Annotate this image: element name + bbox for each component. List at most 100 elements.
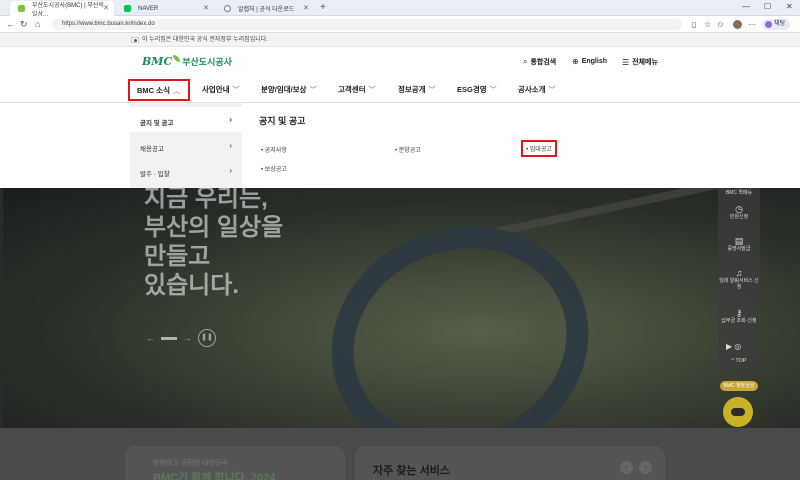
bookmark-star-icon[interactable]: ☆ xyxy=(704,20,711,29)
main-navigation: BMC 소식 ︿ 사업안내 ﹀ 분양/임대/보상 ﹀ 고객센터 ﹀ 정보공개 ﹀ ESG경… xyxy=(0,77,800,103)
url-field[interactable]: https://www.bmc.busan.kr/index.do xyxy=(52,19,682,30)
gnb-esg[interactable]: ESG경영 ﹀ xyxy=(457,84,497,95)
gnb-label: BMC 소식 xyxy=(137,86,170,95)
integrity-subtitle: 청렴하고 공정한 대한민국 xyxy=(153,460,228,467)
quick-label: 민원신청 xyxy=(729,214,749,220)
back-icon[interactable]: ← xyxy=(6,19,15,29)
gov-notice-bar: 이 누리집은 대한민국 공식 전자정부 누리집입니다. xyxy=(0,33,800,47)
link-compensation-notice[interactable]: • 보상공고 xyxy=(261,164,287,173)
quick-label: 증명서발급 xyxy=(727,246,751,252)
sub-menu-label: 공지 및 공고 xyxy=(140,120,174,127)
search-icon: ⌕ xyxy=(523,57,528,66)
link-label: 공지사항 xyxy=(264,148,287,154)
home-icon[interactable]: ⌂ xyxy=(35,19,40,29)
avatar[interactable] xyxy=(733,20,742,29)
slide-progress-bar xyxy=(161,336,177,340)
mega-menu-dropdown: 공지 및 공고 › 채용공고 › 발주 · 입찰 › 공지 및 공고 • 공지사항 •… xyxy=(0,103,800,188)
key-icon: ⚷ xyxy=(735,308,743,318)
total-search-button[interactable]: ⌕ 통합검색 xyxy=(523,57,556,67)
chevron-down-icon: ﹀ xyxy=(232,87,240,94)
sub-menu-notice[interactable]: 공지 및 공고 › xyxy=(130,107,242,132)
quick-lease-alert[interactable]: ♫ 임대 알림서비스 신청 xyxy=(718,269,760,291)
gnb-customer[interactable]: 고객센터 ﹀ xyxy=(338,84,376,95)
close-tab-icon[interactable]: ✕ xyxy=(203,4,209,12)
site-logo[interactable]: BMC 부산도시공사 xyxy=(142,55,232,68)
link-label: 분양공고 xyxy=(398,148,421,154)
link-notices[interactable]: • 공지사항 xyxy=(261,145,287,154)
to-top-button[interactable]: ^ TOP xyxy=(718,358,760,364)
browser-tab-naver[interactable]: NAVER ✕ xyxy=(116,1,214,16)
next-service-icon[interactable]: › xyxy=(639,461,652,474)
chatbot-icon[interactable] xyxy=(723,397,753,427)
gov-notice-text: 이 누리집은 대한민국 공식 전자정부 누리집입니다. xyxy=(142,37,268,43)
prev-arrow-icon[interactable]: ← xyxy=(146,333,155,343)
chevron-down-icon: ﹀ xyxy=(489,87,497,94)
chevron-up-icon: ︿ xyxy=(172,88,180,95)
english-button[interactable]: ⊕ English xyxy=(572,57,607,66)
link-label: 임대공고 xyxy=(529,147,552,153)
document-icon: ▤ xyxy=(734,236,744,246)
youtube-icon[interactable]: ▶ xyxy=(726,342,732,351)
tab-label: NAVER xyxy=(138,5,159,12)
quick-certificate[interactable]: ▤ 증명서발급 xyxy=(718,236,760,253)
gnb-bmc-news[interactable]: BMC 소식 ︿ xyxy=(128,79,190,101)
quick-menu: BMC 퀵메뉴 ◷ 민원신청 ▤ 증명서발급 ♫ 임대 알림서비스 신청 ⚷ 납부금 조… xyxy=(718,188,760,374)
address-bar: ← ↻ ⌂ https://www.bmc.busan.kr/index.do … xyxy=(0,16,800,33)
new-tab-icon[interactable]: + xyxy=(320,2,326,13)
close-tab-icon[interactable]: ✕ xyxy=(303,4,309,12)
minimize-icon[interactable]: — xyxy=(742,2,750,11)
sub-menu-list: 공지 및 공고 › 채용공고 › 발주 · 입찰 › xyxy=(130,103,242,188)
chevron-down-icon: ﹀ xyxy=(368,87,376,94)
link-lease-notice[interactable]: • 임대공고 xyxy=(521,140,557,157)
reader-icon[interactable]: ▯ xyxy=(692,20,696,29)
tab-label: 알캡처 | 공식 다운로드 xyxy=(238,7,295,13)
gnb-business[interactable]: 사업안내 ﹀ xyxy=(202,84,240,95)
more-icon[interactable]: ⋯ xyxy=(748,20,756,29)
korea-flag-icon xyxy=(131,37,139,43)
sub-menu-label: 발주 · 입찰 xyxy=(140,171,170,178)
frequent-services-card: 자주 찾는 서비스 ‹ › xyxy=(355,446,665,480)
close-window-icon[interactable]: ✕ xyxy=(786,2,793,11)
quick-menu-title: BMC 퀵메뉴 xyxy=(725,190,753,196)
gnb-sale-lease[interactable]: 분양/임대/보상 ﹀ xyxy=(261,84,317,95)
sub-menu-bidding[interactable]: 발주 · 입찰 › xyxy=(130,158,242,183)
to-top-label: TOP xyxy=(735,358,747,364)
favorites-icon[interactable]: ✩ xyxy=(717,20,724,29)
chevron-right-icon: › xyxy=(229,141,232,150)
gnb-info[interactable]: 정보공개 ﹀ xyxy=(398,84,436,95)
browser-tab-alcapture[interactable]: 알캡처 | 공식 다운로드 ✕ xyxy=(216,1,314,16)
chevron-down-icon: ﹀ xyxy=(309,87,317,94)
gnb-label: 정보공개 xyxy=(398,85,426,94)
link-sale-notice[interactable]: • 분양공고 xyxy=(395,145,421,154)
integrity-title: BMC가 함께 합니다. 2024 xyxy=(153,472,276,480)
total-search-label: 통합검색 xyxy=(530,59,557,66)
quick-label: 임대 알림서비스 신청 xyxy=(719,278,759,290)
link-label: 보상공고 xyxy=(264,167,287,173)
refresh-icon[interactable]: ↻ xyxy=(20,19,28,30)
maximize-icon[interactable]: ☐ xyxy=(764,2,771,11)
gnb-label: 공사소개 xyxy=(518,85,546,94)
hero-slider-controls: ← → ❚❚ xyxy=(146,329,216,347)
site-header: BMC 부산도시공사 ⌕ 통합검색 ⊕ English ☰ 전체메뉴 xyxy=(0,47,800,77)
hero-dim-overlay xyxy=(0,188,800,428)
next-arrow-icon[interactable]: → xyxy=(183,333,192,343)
close-tab-icon[interactable]: ✕ xyxy=(103,4,109,12)
gnb-about[interactable]: 공사소개 ﹀ xyxy=(518,84,556,95)
frequent-services-title: 자주 찾는 서비스 xyxy=(373,465,450,477)
pause-icon[interactable]: ❚❚ xyxy=(198,329,216,347)
integrity-card[interactable]: 청렴하고 공정한 대한민국 BMC가 함께 합니다. 2024 xyxy=(125,446,345,480)
browser-tab-bmc[interactable]: 부산도시공사(BMC) | 부산의 일상... ✕ xyxy=(10,1,114,18)
menu-icon: ☰ xyxy=(622,57,630,67)
hero-banner: 지금 우리는, 부산의 일상을 만들고 있습니다. ← → ❚❚ xyxy=(0,188,800,428)
bmc-favicon-icon xyxy=(18,5,25,12)
instagram-icon[interactable]: ◎ xyxy=(734,342,741,351)
prev-service-icon[interactable]: ‹ xyxy=(620,461,633,474)
chevron-down-icon: ﹀ xyxy=(548,87,556,94)
all-menu-button[interactable]: ☰ 전체메뉴 xyxy=(622,57,658,67)
gnb-label: 분양/임대/보상 xyxy=(261,85,307,94)
english-label: English xyxy=(581,58,607,65)
copilot-chat-button[interactable]: 채팅 xyxy=(762,19,791,30)
sub-menu-recruit[interactable]: 채용공고 › xyxy=(130,133,242,158)
quick-civil-request[interactable]: ◷ 민원신청 xyxy=(718,205,760,221)
quick-payment[interactable]: ⚷ 납부금 조회·신청 xyxy=(718,308,760,325)
